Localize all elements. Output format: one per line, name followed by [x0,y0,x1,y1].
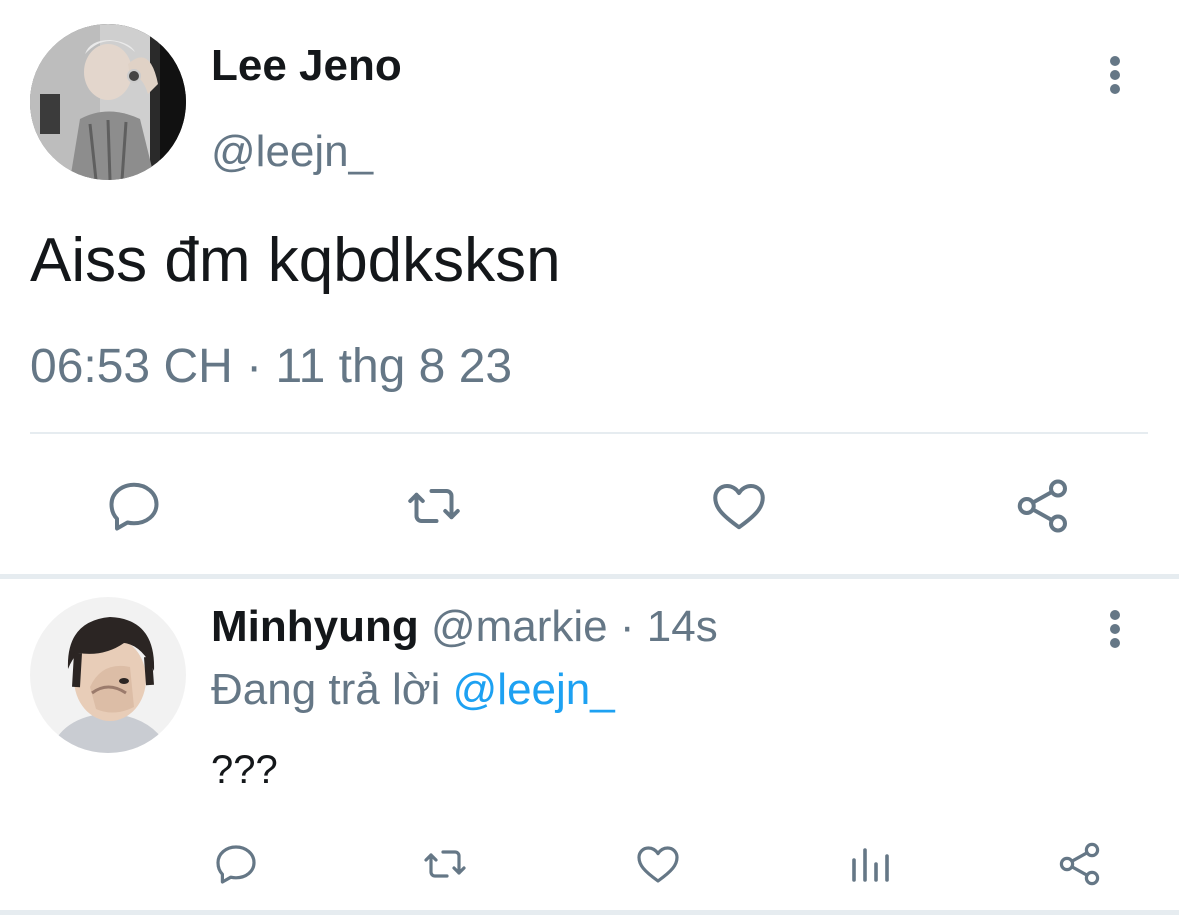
analytics-icon[interactable] [846,840,894,888]
tweet-text: Aiss đm kqbdksksn [30,226,561,295]
reply-age[interactable]: 14s [647,602,718,651]
divider [30,432,1148,434]
tweet-separator [0,574,1179,579]
reply-text: ??? [211,748,278,792]
replying-to-link[interactable]: @leejn_ [453,665,615,714]
avatar-photo [30,24,186,180]
author-handle[interactable]: @leejn_ [211,126,373,178]
reply-header: Minhyung @markie · 14s [211,601,718,653]
more-vertical-icon[interactable] [1100,607,1130,651]
reply-icon[interactable] [212,840,260,888]
retweet-icon[interactable] [421,840,469,888]
author-name[interactable]: Lee Jeno [211,40,402,92]
share-icon[interactable] [1056,840,1104,888]
more-vertical-icon[interactable] [1100,53,1130,97]
author-avatar[interactable] [30,24,186,180]
avatar-photo [30,597,186,753]
reply-author-handle[interactable]: @markie [431,602,608,651]
reply-author-avatar[interactable] [30,597,186,753]
reply-icon[interactable] [104,476,164,536]
like-icon[interactable] [709,476,769,536]
replying-to-label: Đang trả lời [211,665,441,714]
like-icon[interactable] [634,840,682,888]
header-separator: · [607,602,647,651]
share-icon[interactable] [1013,476,1073,536]
retweet-icon[interactable] [404,476,464,536]
tweet-timestamp[interactable]: 06:53 CH · 11 thg 8 23 [30,338,512,396]
reply-author-name[interactable]: Minhyung [211,602,419,651]
replying-to: Đang trả lời @leejn_ [211,664,615,716]
tweet-separator [0,910,1179,915]
